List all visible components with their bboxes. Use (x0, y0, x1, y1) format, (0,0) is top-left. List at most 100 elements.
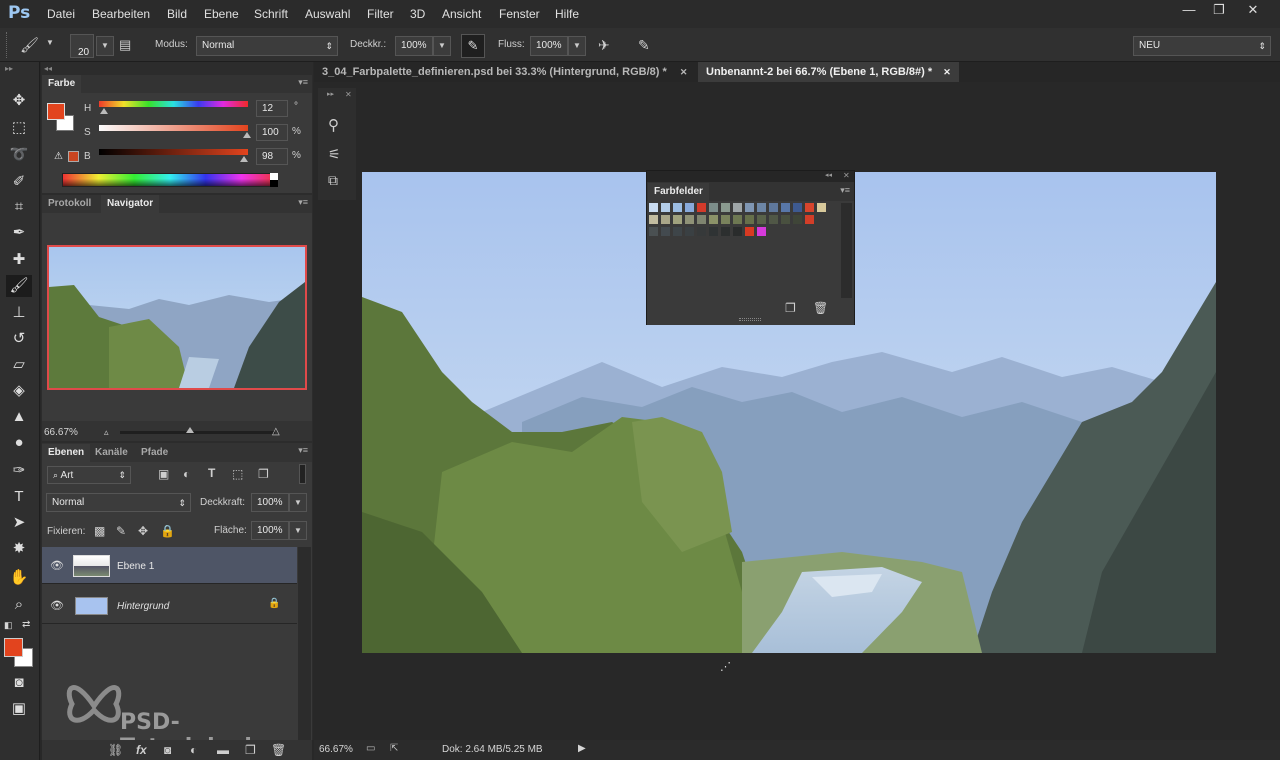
new-layer-icon[interactable]: ❐ (245, 743, 256, 757)
saturation-slider-handle[interactable] (243, 132, 251, 138)
brush-panel-icon[interactable]: ▤ (119, 37, 131, 53)
color-swatch[interactable] (817, 203, 826, 212)
gamut-color-swatch[interactable] (68, 151, 79, 162)
menu-bearbeiten[interactable]: Bearbeiten (92, 7, 150, 21)
healing-brush-tool-icon[interactable]: ✚ (6, 249, 32, 271)
eyedropper-tool-icon[interactable]: ✒ (6, 222, 32, 244)
brush-settings-icon[interactable]: ⚟ (328, 146, 341, 163)
color-swatch[interactable] (673, 227, 682, 236)
trash-icon[interactable]: 🗑 (271, 743, 286, 757)
swatches-scrollbar[interactable] (841, 203, 852, 298)
panel-menu-icon[interactable]: ▾≡ (840, 185, 850, 196)
menu-ansicht[interactable]: Ansicht (442, 7, 481, 21)
color-swatch[interactable] (793, 203, 802, 212)
color-swatch[interactable] (661, 203, 670, 212)
crop-tool-icon[interactable]: ⌗ (6, 196, 32, 218)
quick-mask-icon[interactable]: ◙ (6, 672, 32, 694)
pressure-size-icon[interactable]: ✎ (638, 37, 650, 54)
menu-bild[interactable]: Bild (167, 7, 187, 21)
color-swatch[interactable] (745, 227, 754, 236)
swap-colors-icon[interactable]: ⇄ (22, 619, 30, 630)
collapse-icon[interactable]: ◂◂ (44, 64, 52, 73)
color-swatch[interactable] (673, 203, 682, 212)
blend-mode-select[interactable]: Normal ⇕ (46, 493, 191, 512)
adjustment-layer-icon[interactable]: ◐ (190, 743, 197, 757)
zoom-out-icon[interactable]: ▵ (104, 427, 109, 438)
color-swatch[interactable] (685, 203, 694, 212)
color-swatch[interactable] (769, 215, 778, 224)
layer-name[interactable]: Ebene 1 (117, 561, 154, 572)
color-swatch[interactable] (697, 203, 706, 212)
deckkraft-input[interactable]: 100% (251, 493, 289, 512)
menu-schrift[interactable]: Schrift (254, 7, 288, 21)
color-swatch[interactable] (709, 215, 718, 224)
zoom-tool-icon[interactable]: ⌕ (6, 594, 32, 616)
modus-select[interactable]: Normal ⇕ (196, 36, 338, 56)
move-tool-icon[interactable]: ✥ (6, 90, 32, 112)
lasso-tool-icon[interactable]: ➰ (6, 144, 32, 166)
marquee-tool-icon[interactable]: ⬚ (6, 117, 32, 139)
tab-pfade[interactable]: Pfade (135, 444, 174, 462)
color-swatch[interactable] (661, 227, 670, 236)
close-tab-icon[interactable]: ✕ (680, 67, 688, 77)
blur-tool-icon[interactable]: ▲ (6, 406, 32, 428)
tab-kanaele[interactable]: Kanäle (89, 444, 134, 462)
panel-menu-icon[interactable]: ▾≡ (298, 197, 308, 208)
document-tab-active[interactable]: Unbenannt-2 bei 66.7% (Ebene 1, RGB/8#) … (698, 62, 959, 82)
filter-adjustment-icon[interactable]: ◐ (183, 467, 190, 481)
export-icon[interactable]: ⇱ (390, 743, 398, 754)
new-group-icon[interactable]: ▬ (217, 743, 229, 757)
panel-menu-icon[interactable]: ▾≡ (298, 77, 308, 88)
filter-toggle[interactable] (299, 464, 306, 484)
hue-slider-track[interactable] (99, 101, 248, 107)
deckkr-dropdown[interactable]: ▼ (433, 36, 451, 56)
layer-filter-select[interactable]: ⌕ Art ⇕ (47, 466, 131, 484)
color-swatch[interactable] (745, 215, 754, 224)
brightness-slider-handle[interactable] (240, 156, 248, 162)
menu-ebene[interactable]: Ebene (204, 7, 239, 21)
brush-tool-icon[interactable]: 🖌 (6, 275, 32, 297)
eye-icon[interactable]: 👁 (50, 599, 64, 612)
color-swatch[interactable] (781, 203, 790, 212)
color-swatch[interactable] (757, 203, 766, 212)
navigator-preview[interactable] (47, 245, 307, 390)
brush-preset-icon[interactable]: 🖌 (20, 36, 39, 54)
navigator-zoom-handle[interactable] (186, 427, 194, 433)
screen-mode-icon[interactable]: ▣ (6, 698, 32, 720)
color-swatch[interactable] (805, 203, 814, 212)
pressure-opacity-icon[interactable]: ✎ (461, 34, 485, 58)
brightness-slider-track[interactable] (99, 149, 248, 155)
tab-ebenen[interactable]: Ebenen (42, 444, 91, 462)
clone-source-icon[interactable]: ⧉ (328, 172, 338, 189)
trash-icon[interactable]: 🗑 (813, 301, 828, 315)
pen-tool-icon[interactable]: ✑ (6, 460, 32, 482)
navigator-zoom-slider[interactable] (120, 431, 275, 434)
swatches-titlebar[interactable]: ◂◂ ✕ (647, 171, 854, 182)
add-mask-icon[interactable]: ◙ (164, 743, 171, 757)
expand-icon[interactable]: ▸▸ (327, 90, 334, 98)
color-swatch[interactable] (709, 203, 718, 212)
color-swatch[interactable] (697, 215, 706, 224)
document-tab[interactable]: 3_04_Farbpalette_definieren.psd bei 33.3… (314, 62, 696, 82)
color-swatch[interactable] (721, 215, 730, 224)
collapse-icon[interactable]: ▸▸ (5, 64, 13, 73)
paint-bucket-tool-icon[interactable]: ◈ (6, 380, 32, 402)
menu-auswahl[interactable]: Auswahl (305, 7, 350, 21)
gamut-warning-icon[interactable]: ⚠ (54, 151, 63, 162)
close-icon[interactable]: ✕ (345, 90, 352, 99)
color-swatch[interactable] (709, 227, 718, 236)
layer-row[interactable]: 👁 Ebene 1 (42, 547, 297, 584)
color-swatch[interactable] (649, 227, 658, 236)
path-select-tool-icon[interactable]: ➤ (6, 512, 32, 534)
collapse-icon[interactable]: ◂◂ (825, 171, 832, 179)
color-spectrum-bar[interactable] (62, 173, 278, 187)
brush-presets-icon[interactable]: ⚲ (328, 116, 339, 134)
color-swatch[interactable] (649, 215, 658, 224)
lock-position-icon[interactable]: ✥ (138, 524, 148, 538)
color-swatch[interactable] (649, 203, 658, 212)
minimize-button[interactable]: — (1174, 0, 1204, 20)
status-zoom[interactable]: 66.67% (319, 744, 353, 755)
saturation-slider-track[interactable] (99, 125, 248, 131)
menu-3d[interactable]: 3D (410, 7, 425, 21)
brush-size-picker[interactable]: 20 (70, 34, 94, 58)
